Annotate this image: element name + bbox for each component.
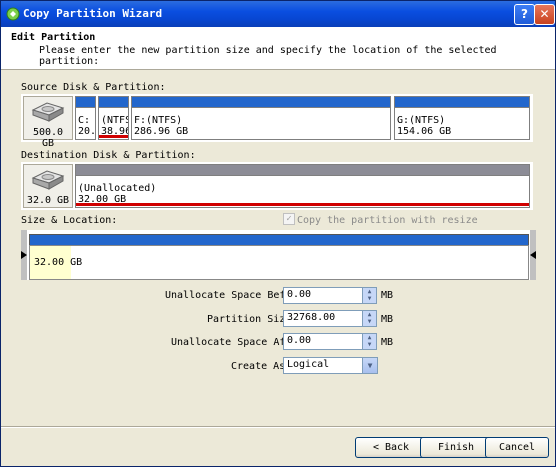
title-bar[interactable]: Copy Partition Wizard ? ✕	[1, 1, 555, 27]
wizard-app-icon	[6, 7, 20, 21]
partition-name: (NTFS	[101, 115, 129, 126]
selected-partition-underline	[99, 135, 128, 138]
create-as-dropdown[interactable]: Logical ▼	[283, 357, 378, 374]
size-unit: MB	[381, 314, 394, 325]
source-disk-size: 500.0 GB	[32, 127, 64, 149]
partition-name: F:(NTFS)	[134, 115, 183, 126]
partition-name: (Unallocated)	[78, 183, 157, 194]
before-spinner[interactable]: ▲ ▼	[362, 288, 376, 303]
size-spinner[interactable]: ▲ ▼	[362, 311, 376, 326]
finish-button[interactable]: Finish	[420, 437, 492, 458]
block-size-label: 32.00 GB	[34, 257, 83, 268]
hard-disk-icon	[31, 170, 65, 190]
partition-name: G:(NTFS)	[397, 115, 446, 126]
help-button[interactable]: ?	[514, 4, 535, 25]
destination-disk-tile[interactable]: 32.0 GB	[23, 164, 73, 208]
source-label: Source Disk & Partition:	[21, 82, 166, 93]
partition-name: C:	[78, 115, 91, 126]
back-button[interactable]: < Back	[355, 437, 427, 458]
copy-resize-checkbox[interactable]: ✓	[283, 213, 295, 225]
partition-f[interactable]: F:(NTFS) 286.96 GB	[131, 96, 391, 140]
unallocated-partition[interactable]: (Unallocated) 32.00 GB	[75, 164, 530, 208]
partition-size-input[interactable]: 32768.00 ▲ ▼	[283, 310, 377, 327]
copy-resize-label: Copy the partition with resize	[297, 215, 478, 226]
partition-size: 286.96 GB	[134, 126, 189, 137]
cancel-button[interactable]: Cancel	[485, 437, 549, 458]
chevron-down-icon[interactable]: ▼	[362, 358, 377, 373]
size-location-bar: 32.00 GB	[21, 230, 536, 280]
unallocate-after-input[interactable]: 0.00 ▲ ▼	[283, 333, 377, 350]
footer-divider	[1, 426, 555, 428]
page-title: Edit Partition	[11, 32, 96, 43]
partition-block[interactable]: 32.00 GB	[29, 245, 529, 280]
destination-label: Destination Disk & Partition:	[21, 150, 196, 161]
close-button[interactable]: ✕	[534, 4, 555, 25]
size-location-label: Size & Location:	[21, 215, 118, 226]
partition-g[interactable]: G:(NTFS) 154.06 GB	[394, 96, 530, 140]
destination-disk-map: 32.0 GB (Unallocated) 32.00 GB	[21, 162, 533, 210]
partition-size: 20.	[78, 126, 96, 137]
partition-selected[interactable]: (NTFS 38.96	[98, 96, 129, 140]
window-title: Copy Partition Wizard	[23, 7, 163, 20]
page-subtitle: Please enter the new partition size and …	[39, 45, 497, 67]
partition-size: 154.06 GB	[397, 126, 452, 137]
selected-partition-underline	[76, 203, 529, 206]
after-spinner[interactable]: ▲ ▼	[362, 334, 376, 349]
unallocate-before-input[interactable]: 0.00 ▲ ▼	[283, 287, 377, 304]
before-unit: MB	[381, 290, 394, 301]
left-resize-handle[interactable]	[21, 230, 29, 280]
hard-disk-icon	[31, 102, 65, 122]
source-disk-tile[interactable]: 500.0 GB	[23, 96, 73, 149]
wizard-header: Edit Partition Please enter the new part…	[1, 27, 555, 70]
source-disk-map: 500.0 GB C: 20. (NTFS 38.96 F:(NTFS) 286…	[21, 94, 533, 149]
destination-disk-size: 32.0 GB	[26, 195, 70, 206]
partition-c[interactable]: C: 20.	[75, 96, 96, 140]
copy-partition-wizard-window: Copy Partition Wizard ? ✕ Edit Partition…	[0, 0, 556, 467]
right-resize-handle[interactable]	[528, 230, 536, 280]
after-unit: MB	[381, 337, 394, 348]
